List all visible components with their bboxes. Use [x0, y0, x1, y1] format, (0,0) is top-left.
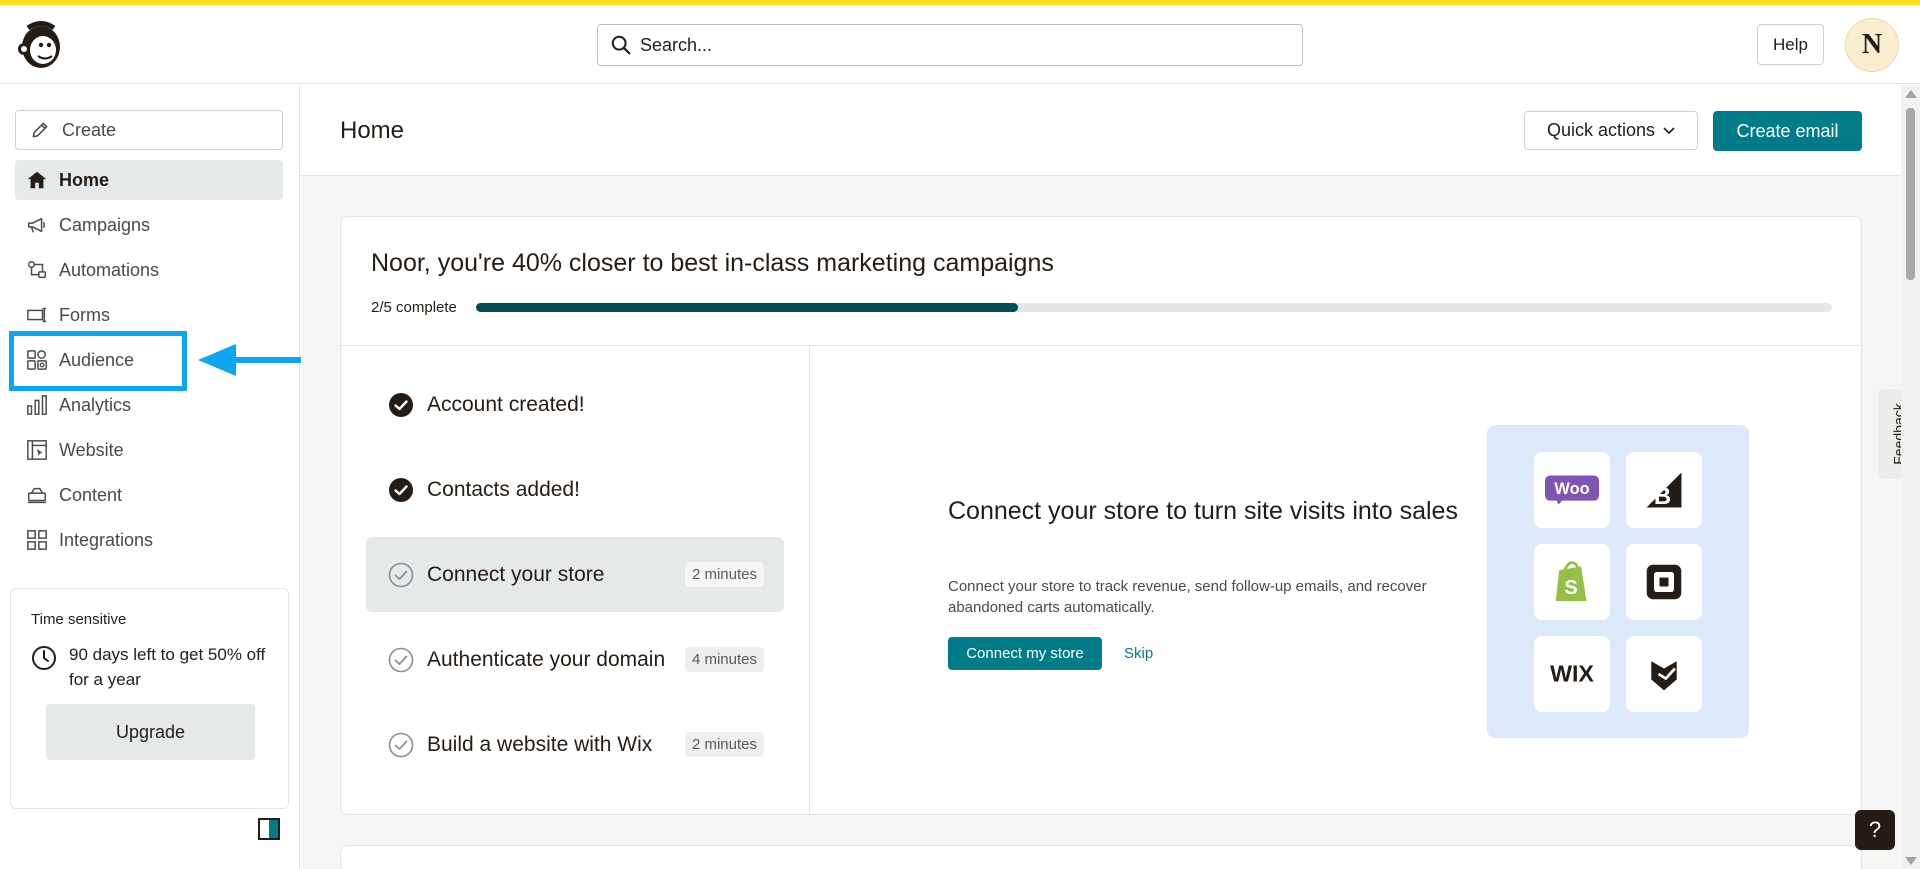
website-icon	[25, 438, 49, 462]
sidebar-item-home[interactable]: Home	[15, 160, 283, 200]
home-icon	[25, 168, 49, 192]
top-bar: Help N	[0, 5, 1920, 84]
secondary-card	[340, 845, 1862, 869]
woo-logo-text: Woo	[1554, 480, 1589, 498]
divider	[341, 345, 1861, 346]
sidebar-item-label: Analytics	[59, 394, 132, 415]
help-button[interactable]: Help	[1757, 24, 1824, 65]
svg-text:B: B	[1654, 483, 1671, 510]
progress-label: 2/5 complete	[371, 299, 457, 316]
sidebar-item-label: Campaigns	[59, 214, 151, 235]
question-mark-icon: ?	[1868, 817, 1882, 842]
main-header: Home Quick actions Create email	[301, 85, 1901, 176]
sidebar-item-automations[interactable]: Automations	[15, 250, 283, 290]
bigcommerce-logo-icon: B	[1626, 452, 1702, 528]
megaphone-icon	[25, 213, 49, 237]
page-title: Home	[340, 117, 405, 144]
wix-logo-text: WIX	[1550, 661, 1594, 687]
check-filled-icon	[389, 392, 413, 417]
sidebar-collapse-icon[interactable]	[258, 818, 280, 840]
sidebar-item-label: Home	[59, 169, 110, 190]
upgrade-button[interactable]: Upgrade	[46, 704, 255, 760]
check-outline-icon	[388, 647, 414, 672]
page-scrollbar[interactable]	[1901, 85, 1920, 869]
create-email-button[interactable]: Create email	[1713, 111, 1862, 151]
bar-chart-icon	[25, 393, 49, 417]
sidebar-item-analytics[interactable]: Analytics	[15, 385, 283, 425]
progress-bar	[476, 303, 1832, 312]
step-build-website[interactable]: Build a website with Wix 2 minutes	[366, 707, 784, 782]
search-input[interactable]	[640, 34, 1280, 56]
step-label: Contacts added!	[427, 477, 580, 501]
square-logo-icon	[1626, 544, 1702, 620]
audience-highlight-box	[9, 331, 187, 391]
squarespace-logo-icon	[1626, 636, 1702, 712]
sidebar-item-label: Integrations	[59, 529, 154, 550]
promo-card: Time sensitive 90 days left to get 50% o…	[10, 588, 289, 809]
main-content: Home Quick actions Create email Noor, yo…	[301, 85, 1901, 869]
duration-badge: 2 minutes	[684, 732, 764, 757]
connect-store-title: Connect your store to turn site visits i…	[948, 497, 1458, 525]
step-label: Build a website with Wix	[427, 732, 653, 756]
sidebar-item-label: Website	[59, 439, 124, 460]
create-label: Create	[62, 119, 117, 140]
promo-text: 90 days left to get 50% off for a year	[69, 645, 266, 689]
chevron-down-icon	[1663, 126, 1675, 134]
search-icon	[611, 35, 631, 55]
create-button[interactable]: Create	[15, 110, 283, 150]
check-filled-icon	[389, 477, 413, 502]
step-connect-store[interactable]: Connect your store 2 minutes	[366, 537, 784, 612]
scroll-thumb[interactable]	[1906, 108, 1915, 280]
onboarding-card: Noor, you're 40% closer to best in-class…	[340, 216, 1862, 815]
connect-store-description: Connect your store to track revenue, sen…	[948, 578, 1427, 616]
step-account-created[interactable]: Account created!	[366, 367, 784, 442]
step-contacts-added[interactable]: Contacts added!	[366, 452, 784, 527]
promo-title: Time sensitive	[31, 611, 127, 628]
wix-logo-icon: WIX	[1534, 636, 1610, 712]
help-floating-button[interactable]: ?	[1855, 810, 1895, 850]
sidebar-item-campaigns[interactable]: Campaigns	[15, 205, 283, 245]
quick-actions-label: Quick actions	[1546, 120, 1656, 140]
sidebar-item-label: Automations	[59, 259, 160, 280]
store-logos-panel: Woo B S WIX	[1487, 425, 1749, 738]
check-outline-icon	[388, 732, 414, 757]
step-authenticate-domain[interactable]: Authenticate your domain 4 minutes	[366, 622, 784, 697]
duration-badge: 2 minutes	[684, 562, 764, 587]
sidebar-item-forms[interactable]: Forms	[15, 295, 283, 335]
divider	[809, 345, 810, 814]
sidebar-item-label: Forms	[59, 304, 110, 325]
quick-actions-button[interactable]: Quick actions	[1524, 111, 1698, 150]
step-label: Connect your store	[427, 562, 605, 586]
shopify-logo-icon: S	[1534, 544, 1610, 620]
avatar[interactable]: N	[1845, 18, 1899, 72]
step-label: Account created!	[427, 392, 585, 416]
check-outline-icon	[388, 562, 414, 587]
skip-link[interactable]: Skip	[1124, 645, 1153, 662]
forms-icon	[25, 303, 49, 327]
mailchimp-logo-icon[interactable]	[16, 19, 66, 71]
sidebar-item-content[interactable]: Content	[15, 475, 283, 515]
scroll-down-arrow-icon[interactable]	[1905, 857, 1917, 865]
content-icon	[25, 483, 49, 507]
progress-fill	[476, 303, 1019, 312]
sidebar-item-label: Content	[59, 484, 123, 505]
step-label: Authenticate your domain	[427, 647, 666, 671]
connect-my-store-button[interactable]: Connect my store	[948, 637, 1102, 670]
duration-badge: 4 minutes	[684, 647, 764, 672]
sidebar-item-integrations[interactable]: Integrations	[15, 520, 283, 560]
pencil-icon	[28, 118, 52, 142]
scroll-up-arrow-icon[interactable]	[1905, 90, 1917, 98]
automations-icon	[25, 258, 49, 282]
search-box[interactable]	[597, 24, 1303, 66]
clock-icon	[32, 646, 56, 670]
grid-icon	[25, 528, 49, 552]
sidebar-item-website[interactable]: Website	[15, 430, 283, 470]
svg-text:S: S	[1564, 577, 1577, 599]
onboarding-headline: Noor, you're 40% closer to best in-class…	[371, 249, 1054, 277]
woocommerce-logo-icon: Woo	[1534, 452, 1610, 528]
